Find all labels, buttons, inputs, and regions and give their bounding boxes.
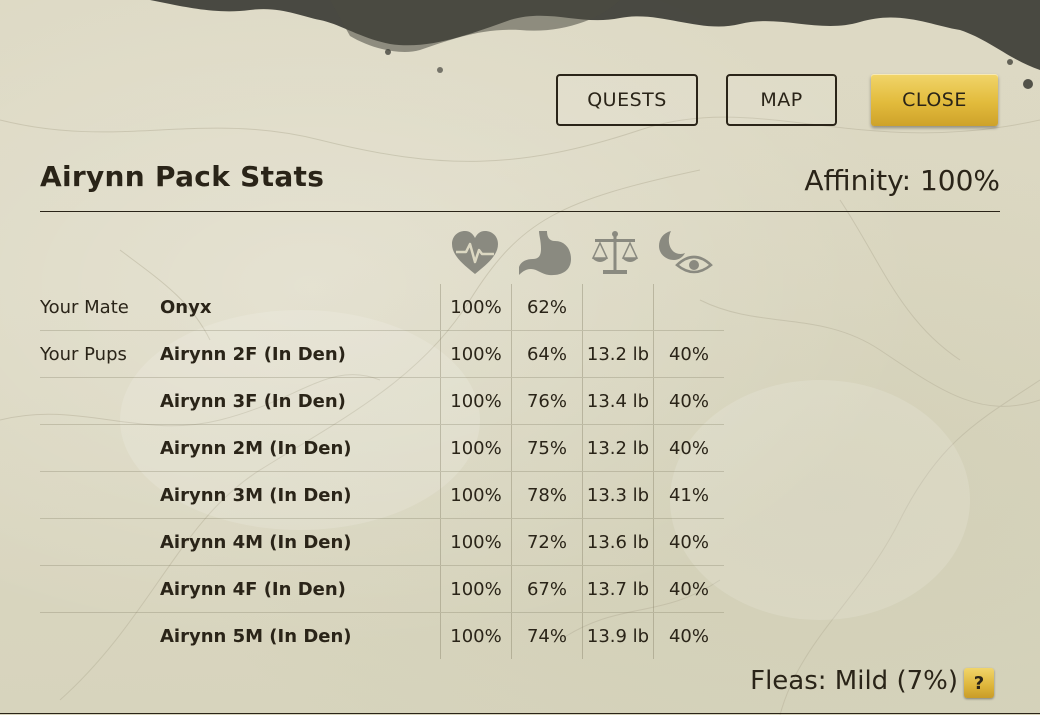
hunger-value: 74% xyxy=(511,612,583,659)
fleas-status: Fleas: Mild (7%) xyxy=(750,666,958,696)
hunger-value: 76% xyxy=(511,377,583,425)
quests-button[interactable]: QUESTS xyxy=(556,74,698,126)
table-row: Airynn 3M (In Den) 100% 78% 13.3 lb 41% xyxy=(40,471,724,519)
hunger-value: 75% xyxy=(511,424,583,472)
wolf-name: Airynn 4F (In Den) xyxy=(160,565,441,613)
health-icon xyxy=(440,228,510,278)
row-group-label xyxy=(40,565,160,613)
row-group-label: Your Pups xyxy=(40,330,160,378)
wolf-name: Airynn 3F (In Den) xyxy=(160,377,441,425)
table-row: Airynn 2M (In Den) 100% 75% 13.2 lb 40% xyxy=(40,424,724,472)
row-group-label xyxy=(40,424,160,472)
weight-value: 13.6 lb xyxy=(582,518,654,566)
table-row: Airynn 4F (In Den) 100% 67% 13.7 lb 40% xyxy=(40,565,724,613)
wolf-name: Airynn 3M (In Den) xyxy=(160,471,441,519)
table-row: Airynn 4M (In Den) 100% 72% 13.6 lb 40% xyxy=(40,518,724,566)
health-value: 100% xyxy=(440,377,512,425)
row-group-label xyxy=(40,377,160,425)
sleep-value: 40% xyxy=(653,330,724,378)
table-row: Airynn 3F (In Den) 100% 76% 13.4 lb 40% xyxy=(40,377,724,425)
wolf-name: Airynn 4M (In Den) xyxy=(160,518,441,566)
sleep-value: 40% xyxy=(653,377,724,425)
affinity-stat: Affinity: 100% xyxy=(804,164,1000,197)
sleep-value: 40% xyxy=(653,612,724,659)
header-divider xyxy=(40,211,1000,212)
weight-value xyxy=(582,284,654,331)
health-value: 100% xyxy=(440,518,512,566)
row-group-label xyxy=(40,518,160,566)
stat-icon-header xyxy=(440,228,720,278)
health-value: 100% xyxy=(440,424,512,472)
map-button[interactable]: MAP xyxy=(726,74,837,126)
hunger-value: 67% xyxy=(511,565,583,613)
health-value: 100% xyxy=(440,284,512,331)
wolf-name: Airynn 2M (In Den) xyxy=(160,424,441,472)
row-group-label xyxy=(40,613,160,660)
hunger-value: 64% xyxy=(511,330,583,378)
weight-value: 13.7 lb xyxy=(582,565,654,613)
pack-stats-table: Your Mate Onyx 100% 62% Your Pups Airynn 2F (… xyxy=(40,284,724,659)
health-value: 100% xyxy=(440,565,512,613)
page-title: Airynn Pack Stats xyxy=(40,160,325,193)
sleep-icon xyxy=(650,228,720,278)
fleas-help-button[interactable]: ? xyxy=(964,668,994,698)
row-group-label xyxy=(40,471,160,519)
weight-value: 13.9 lb xyxy=(582,612,654,659)
hunger-icon xyxy=(510,228,580,278)
footer-divider xyxy=(0,713,1040,714)
sleep-value: 40% xyxy=(653,518,724,566)
sleep-value: 40% xyxy=(653,424,724,472)
wolf-name: Airynn 5M (In Den) xyxy=(160,625,352,647)
health-value: 100% xyxy=(440,471,512,519)
hunger-value: 72% xyxy=(511,518,583,566)
weight-value: 13.2 lb xyxy=(582,424,654,472)
weight-value: 13.3 lb xyxy=(582,471,654,519)
health-value: 100% xyxy=(440,612,512,659)
close-button[interactable]: CLOSE xyxy=(871,74,998,126)
weight-icon xyxy=(580,228,650,278)
sleep-value xyxy=(653,284,724,331)
hunger-value: 78% xyxy=(511,471,583,519)
row-group-label: Your Mate xyxy=(40,284,160,331)
sleep-value: 40% xyxy=(653,565,724,613)
table-row: Your Pups Airynn 2F (In Den) 100% 64% 13.2 l… xyxy=(40,330,724,378)
table-row: Airynn 5M (In Den) 100% 74% 13.9 lb 40% xyxy=(40,612,724,660)
table-row: Your Mate Onyx 100% 62% xyxy=(40,284,724,331)
sleep-value: 41% xyxy=(653,471,724,519)
wolf-name: Onyx xyxy=(160,284,441,331)
hunger-value: 62% xyxy=(511,284,583,331)
weight-value: 13.4 lb xyxy=(582,377,654,425)
health-value: 100% xyxy=(440,330,512,378)
weight-value: 13.2 lb xyxy=(582,330,654,378)
wolf-name: Airynn 2F (In Den) xyxy=(160,330,441,378)
